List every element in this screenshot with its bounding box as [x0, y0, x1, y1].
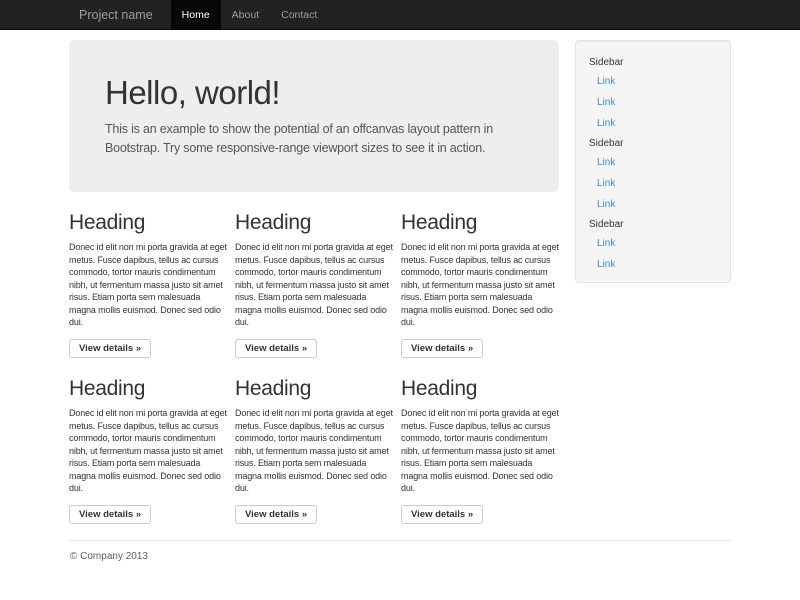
copyright-text: © Company 2013	[70, 551, 731, 562]
card-body-text: Donec id elit non mi porta gravida at eg…	[69, 241, 227, 329]
sidebar-link[interactable]: Link	[597, 233, 718, 254]
jumbotron-description-line1: This is an example to show the potential…	[105, 120, 523, 139]
brand-link[interactable]: Project name	[69, 0, 163, 29]
card-heading: Heading	[401, 377, 559, 400]
nav-item-contact[interactable]: Contact	[270, 0, 328, 29]
sidebar-group-title: Sidebar	[589, 57, 718, 68]
main-row: Hello, world! This is an example to show…	[69, 40, 731, 524]
view-details-button[interactable]: View details »	[69, 339, 151, 359]
card-2: Heading Donec id elit non mi porta gravi…	[235, 192, 393, 358]
card-3: Heading Donec id elit non mi porta gravi…	[401, 192, 559, 358]
card-body-text: Donec id elit non mi porta gravida at eg…	[401, 407, 559, 495]
sidebar-link[interactable]: Link	[597, 194, 718, 215]
sidebar-group-1: Sidebar Link Link Link	[588, 57, 718, 134]
card-heading: Heading	[401, 211, 559, 234]
sidebar-link[interactable]: Link	[597, 92, 718, 113]
navbar-menu: Home About Contact	[171, 0, 329, 29]
card-1: Heading Donec id elit non mi porta gravi…	[69, 192, 227, 358]
navbar-inner: Project name Home About Contact	[69, 0, 731, 29]
jumbotron: Hello, world! This is an example to show…	[69, 40, 559, 192]
footer: © Company 2013	[69, 540, 731, 562]
view-details-button[interactable]: View details »	[401, 339, 483, 359]
card-5: Heading Donec id elit non mi porta gravi…	[235, 358, 393, 524]
card-4: Heading Donec id elit non mi porta gravi…	[69, 358, 227, 524]
nav-item-home[interactable]: Home	[171, 0, 221, 29]
sidebar-well: Sidebar Link Link Link Sidebar Link Link…	[575, 40, 731, 283]
sidebar-group-title: Sidebar	[589, 219, 718, 230]
footer-divider	[69, 540, 731, 541]
view-details-button[interactable]: View details »	[69, 505, 151, 525]
view-details-button[interactable]: View details »	[235, 505, 317, 525]
card-heading: Heading	[235, 211, 393, 234]
card-6: Heading Donec id elit non mi porta gravi…	[401, 358, 559, 524]
sidebar-group-title: Sidebar	[589, 138, 718, 149]
cards-row-2: Heading Donec id elit non mi porta gravi…	[69, 358, 559, 524]
sidebar-link[interactable]: Link	[597, 113, 718, 134]
card-body-text: Donec id elit non mi porta gravida at eg…	[235, 407, 393, 495]
view-details-button[interactable]: View details »	[401, 505, 483, 525]
card-heading: Heading	[235, 377, 393, 400]
sidebar-link[interactable]: Link	[597, 254, 718, 275]
card-heading: Heading	[69, 377, 227, 400]
card-body-text: Donec id elit non mi porta gravida at eg…	[69, 407, 227, 495]
jumbotron-description: This is an example to show the potential…	[105, 120, 523, 158]
view-details-button[interactable]: View details »	[235, 339, 317, 359]
navbar: Project name Home About Contact	[0, 0, 800, 30]
sidebar-link[interactable]: Link	[597, 152, 718, 173]
card-body-text: Donec id elit non mi porta gravida at eg…	[401, 241, 559, 329]
sidebar-group-3: Sidebar Link Link	[588, 219, 718, 275]
card-body-text: Donec id elit non mi porta gravida at eg…	[235, 241, 393, 329]
page-title: Hello, world!	[105, 76, 523, 110]
nav-item-about[interactable]: About	[221, 0, 270, 29]
sidebar-link[interactable]: Link	[597, 173, 718, 194]
sidebar: Sidebar Link Link Link Sidebar Link Link…	[575, 40, 731, 524]
main-content: Hello, world! This is an example to show…	[69, 40, 559, 524]
page-container: Hello, world! This is an example to show…	[69, 40, 731, 562]
cards-row-1: Heading Donec id elit non mi porta gravi…	[69, 192, 559, 358]
sidebar-link[interactable]: Link	[597, 71, 718, 92]
sidebar-group-2: Sidebar Link Link Link	[588, 138, 718, 215]
jumbotron-description-line2: Bootstrap. Try some responsive-range vie…	[105, 139, 523, 158]
card-heading: Heading	[69, 211, 227, 234]
